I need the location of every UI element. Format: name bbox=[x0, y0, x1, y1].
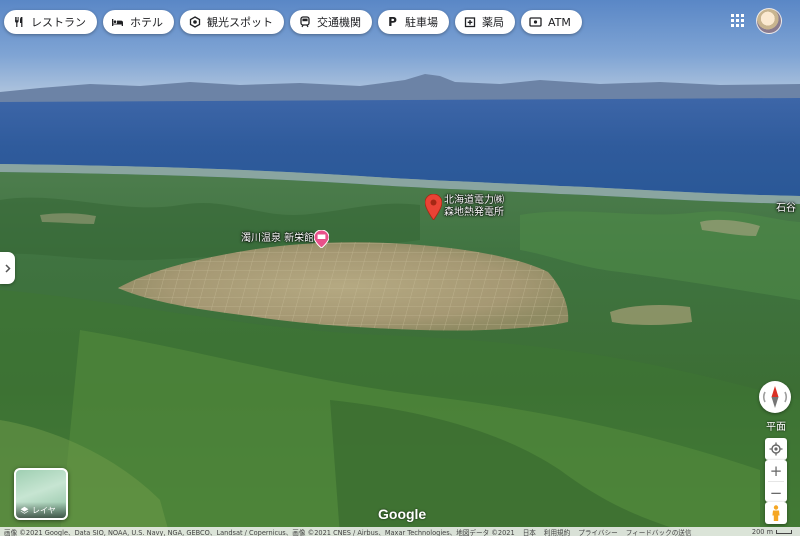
parking-icon: P bbox=[388, 15, 397, 29]
chip-label: レストラン bbox=[31, 16, 86, 29]
satellite-3d-view[interactable] bbox=[0, 0, 800, 536]
scale-indicator[interactable]: 200 m bbox=[752, 528, 800, 536]
crosshair-icon bbox=[769, 442, 783, 456]
pegman-icon bbox=[772, 505, 780, 521]
zoom-in-button[interactable]: + bbox=[765, 460, 787, 481]
power-station-line1: 北海道電力㈱ bbox=[444, 195, 504, 206]
chip-label: ホテル bbox=[130, 16, 163, 29]
chip-label: ATM bbox=[548, 15, 571, 29]
chip-label: 薬局 bbox=[482, 16, 504, 29]
atm-icon bbox=[529, 16, 542, 29]
attribution-bar: 画像 ©2021 Google、Data SIO, NOAA, U.S. Nav… bbox=[0, 527, 800, 536]
apps-grid-icon[interactable] bbox=[731, 14, 744, 27]
terms-link[interactable]: 利用規約 bbox=[540, 527, 574, 536]
hot-spring-marker[interactable] bbox=[313, 229, 330, 252]
chip-attractions[interactable]: 観光スポット bbox=[180, 10, 284, 34]
category-chips: レストラン ホテル 観光スポット 交通機関 P 駐車場 薬局 ATM bbox=[4, 10, 582, 34]
chevron-right-icon bbox=[4, 263, 11, 273]
chip-label: 観光スポット bbox=[207, 16, 273, 29]
street-view-pegman[interactable] bbox=[765, 502, 787, 524]
chip-label: 交通機関 bbox=[317, 16, 361, 29]
privacy-link[interactable]: プライバシー bbox=[574, 527, 621, 536]
tilt-toggle-button[interactable]: 平面 bbox=[764, 418, 788, 438]
location-pin-icon bbox=[424, 193, 443, 221]
layers-icon bbox=[20, 506, 29, 514]
google-logo: Google bbox=[378, 506, 427, 522]
chip-hotel[interactable]: ホテル bbox=[103, 10, 174, 34]
scale-bar bbox=[776, 529, 792, 534]
chip-parking[interactable]: P 駐車場 bbox=[378, 10, 449, 34]
chip-transit[interactable]: 交通機関 bbox=[290, 10, 372, 34]
chip-restaurant[interactable]: レストラン bbox=[4, 10, 97, 34]
terrain-layer bbox=[0, 74, 800, 536]
imagery-credit: 画像 ©2021 Google、Data SIO, NOAA, U.S. Nav… bbox=[4, 528, 515, 536]
train-icon bbox=[298, 16, 311, 29]
power-station-line2: 森地熱発電所 bbox=[444, 207, 504, 218]
scale-label: 200 m bbox=[751, 527, 773, 536]
hot-spring-label[interactable]: 濁川温泉 新栄館 bbox=[241, 233, 314, 245]
chip-atm[interactable]: ATM bbox=[521, 10, 582, 34]
account-avatar[interactable] bbox=[756, 8, 782, 34]
zoom-controls: + − bbox=[765, 460, 787, 502]
chip-label: 駐車場 bbox=[405, 16, 438, 29]
lodging-pin-icon bbox=[313, 229, 330, 249]
layers-row: レイヤ bbox=[16, 502, 66, 518]
region-link[interactable]: 日本 bbox=[519, 527, 540, 536]
edge-place-label[interactable]: 石谷 bbox=[776, 203, 796, 215]
layers-button[interactable]: レイヤ bbox=[14, 468, 68, 520]
side-panel-toggle[interactable] bbox=[0, 252, 15, 284]
compass-button[interactable] bbox=[759, 381, 791, 413]
zoom-out-button[interactable]: − bbox=[765, 482, 787, 503]
compass-icon bbox=[763, 386, 787, 408]
power-station-marker[interactable] bbox=[424, 193, 443, 224]
feedback-link[interactable]: フィードバックの送信 bbox=[622, 527, 696, 536]
chip-pharmacy[interactable]: 薬局 bbox=[455, 10, 515, 34]
fork-knife-icon bbox=[12, 16, 25, 29]
bed-icon bbox=[111, 16, 124, 29]
layers-label: レイヤ bbox=[32, 505, 56, 515]
pharmacy-icon bbox=[463, 16, 476, 29]
my-location-button[interactable] bbox=[765, 438, 787, 460]
camera-icon bbox=[188, 16, 201, 29]
power-station-label[interactable]: 北海道電力㈱ 森地熱発電所 bbox=[444, 195, 504, 219]
